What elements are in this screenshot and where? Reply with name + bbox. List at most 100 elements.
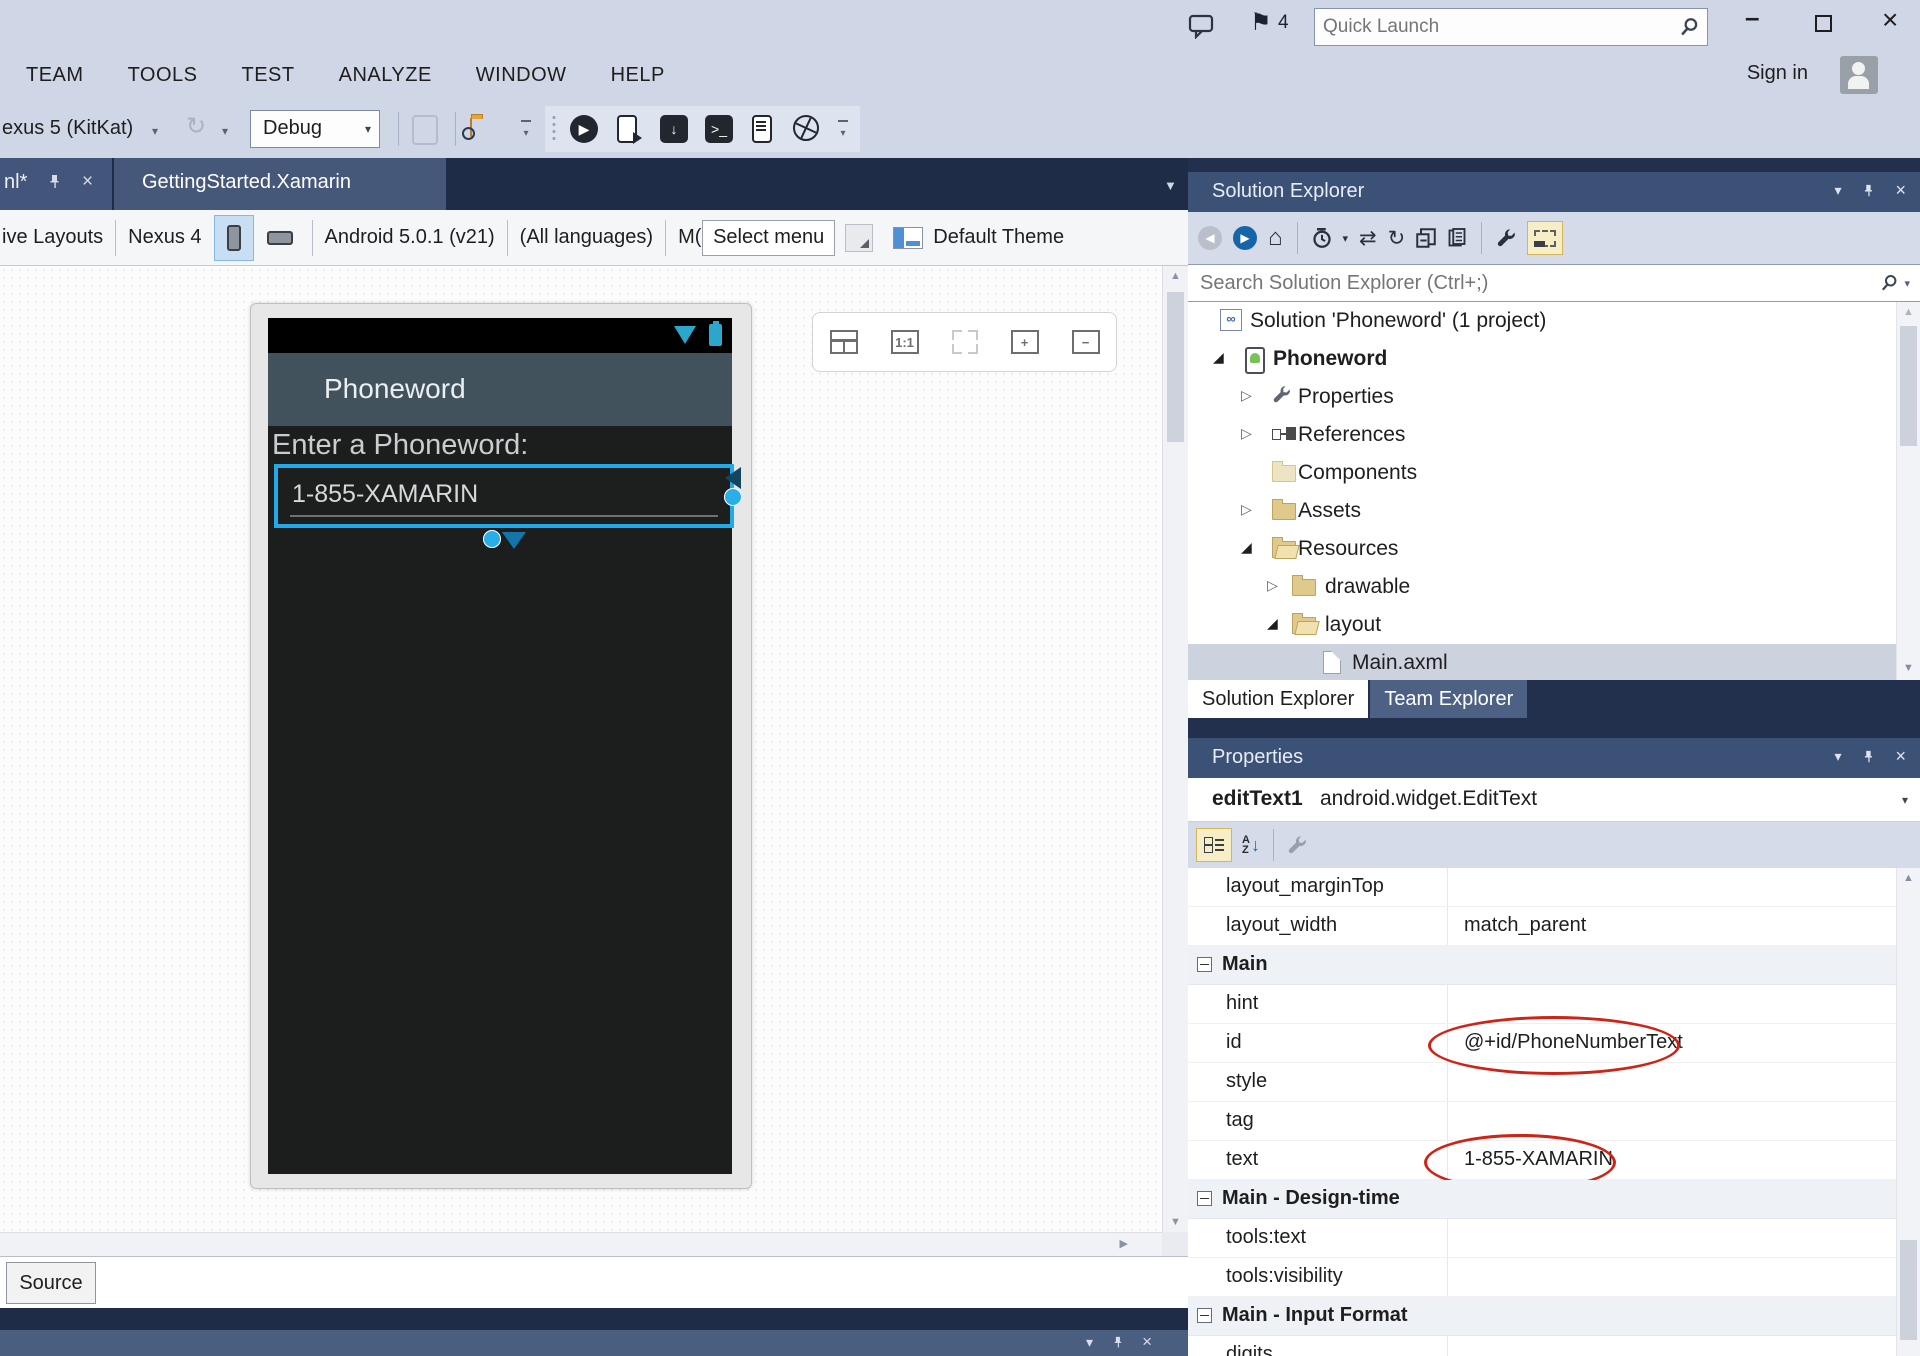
collapse-section-icon[interactable] — [1197, 1191, 1212, 1206]
pin-icon[interactable] — [1861, 750, 1875, 764]
tree-item-solution-phoneword-1-project[interactable]: ∞Solution 'Phoneword' (1 project) — [1188, 302, 1920, 340]
property-row-digits[interactable]: digits — [1188, 1336, 1920, 1356]
panel-dropdown-icon[interactable]: ▾ — [1086, 1334, 1093, 1351]
zoom-out-icon[interactable]: − — [1072, 330, 1100, 354]
run-group-overflow-icon[interactable]: ▾ — [837, 120, 849, 141]
close-tab-icon[interactable]: × — [82, 171, 93, 193]
forward-icon[interactable]: ▶ — [1233, 226, 1257, 250]
android-sdk-manager-icon[interactable]: ↓ — [660, 115, 688, 143]
filter-dropdown-icon[interactable]: ▾ — [1343, 232, 1349, 245]
emulator-manager-icon[interactable] — [793, 115, 819, 141]
device-button[interactable]: Nexus 4 — [128, 226, 201, 249]
quick-launch-box[interactable] — [1314, 8, 1708, 46]
refresh-dropdown-icon[interactable]: ▾ — [222, 124, 228, 138]
theme-button[interactable]: Default Theme — [933, 226, 1064, 249]
expand-arrow-icon[interactable]: ▷ — [1241, 425, 1252, 442]
scroll-up-icon[interactable]: ▲ — [1897, 306, 1920, 318]
maximize-button[interactable] — [1815, 15, 1832, 37]
toolbar-overflow-icon[interactable]: ▾ — [520, 120, 532, 141]
start-debugging-icon[interactable]: ▶ — [570, 115, 598, 143]
menu-team[interactable]: TEAM — [26, 64, 84, 87]
refresh-icon[interactable]: ↻ — [186, 112, 214, 140]
toolbar-drag-handle[interactable] — [551, 114, 557, 144]
expand-arrow-icon[interactable]: ▷ — [1241, 387, 1252, 404]
scrollbar-thumb[interactable] — [1900, 1240, 1917, 1340]
home-icon[interactable]: ⌂ — [1268, 224, 1283, 252]
properties-titlebar[interactable]: Properties ▾ × — [1188, 738, 1920, 778]
tab-list-dropdown-icon[interactable]: ▼ — [1164, 178, 1177, 193]
language-button[interactable]: (All languages) — [520, 226, 653, 249]
selection-anchor-bottom-icon[interactable] — [502, 532, 526, 549]
scroll-down-icon[interactable]: ▼ — [1897, 662, 1920, 674]
fit-to-window-icon[interactable] — [952, 330, 978, 354]
back-icon[interactable]: ◀ — [1198, 226, 1222, 250]
scroll-right-icon[interactable]: ▶ — [1120, 1237, 1128, 1250]
alphabetical-sort-button[interactable]: AZ↓ — [1242, 835, 1260, 856]
solution-explorer-titlebar[interactable]: Solution Explorer ▾ × — [1188, 172, 1920, 212]
portrait-orientation-button[interactable] — [214, 215, 254, 261]
menu-split-button[interactable] — [845, 224, 873, 252]
configuration-combobox[interactable]: Debug▾ — [250, 110, 380, 148]
pin-icon[interactable] — [46, 174, 62, 190]
menu-tools[interactable]: TOOLS — [128, 64, 198, 87]
collapse-section-icon[interactable] — [1197, 957, 1212, 972]
show-all-files-button-active[interactable] — [1527, 221, 1563, 255]
landscape-orientation-button[interactable] — [260, 215, 300, 261]
sign-in-link[interactable]: Sign in — [1747, 62, 1808, 85]
sync-with-active-document-icon[interactable]: ⇄ — [1359, 226, 1377, 251]
scrollbar-thumb[interactable] — [1167, 292, 1184, 442]
phone-screen[interactable]: Phoneword Enter a Phoneword: 1-855-XAMAR… — [268, 318, 732, 1174]
property-row-tools-visibility[interactable]: tools:visibility — [1188, 1258, 1920, 1297]
tree-item-main-axml[interactable]: Main.axml — [1188, 644, 1920, 680]
tree-item-properties[interactable]: ▷Properties — [1188, 378, 1920, 416]
close-panel-icon[interactable]: × — [1895, 746, 1906, 767]
alternative-layouts-button[interactable]: ive Layouts — [2, 226, 103, 249]
property-row-layout-margintop[interactable]: layout_marginTop — [1188, 868, 1920, 907]
close-panel-icon[interactable]: × — [1895, 180, 1906, 201]
search-options-dropdown-icon[interactable]: ▾ — [1904, 277, 1910, 290]
collapse-arrow-icon[interactable]: ◢ — [1241, 539, 1252, 556]
collapse-arrow-icon[interactable]: ◢ — [1267, 615, 1278, 632]
preview-selected-items-icon[interactable] — [1447, 228, 1467, 248]
property-row-id[interactable]: id@+id/PhoneNumberText — [1188, 1024, 1920, 1063]
tree-item-references[interactable]: ▷References — [1188, 416, 1920, 454]
android-version-button[interactable]: Android 5.0.1 (v21) — [325, 226, 495, 249]
feedback-icon[interactable] — [1188, 13, 1214, 39]
tree-item-components[interactable]: Components — [1188, 454, 1920, 492]
select-menu-button[interactable]: Select menu — [702, 220, 835, 256]
attach-icon[interactable] — [412, 115, 438, 145]
property-pages-wrench-icon-disabled[interactable] — [1287, 835, 1307, 855]
expand-arrow-icon[interactable]: ▷ — [1241, 501, 1252, 518]
quick-launch-input[interactable] — [1315, 16, 1679, 38]
property-row-tools-text[interactable]: tools:text — [1188, 1219, 1920, 1258]
source-view-tab[interactable]: Source — [6, 1262, 96, 1304]
resize-handle-right[interactable] — [724, 488, 742, 506]
tree-item-drawable[interactable]: ▷drawable — [1188, 568, 1920, 606]
pending-changes-filter-icon[interactable] — [1312, 228, 1332, 248]
designer-vertical-scrollbar[interactable]: ▲ ▼ — [1162, 266, 1188, 1232]
close-panel-icon[interactable]: × — [1142, 1332, 1152, 1352]
collapse-all-icon[interactable] — [1416, 228, 1436, 248]
scrollbar-thumb[interactable] — [1900, 326, 1917, 446]
search-input[interactable] — [1188, 271, 1880, 296]
device-log-icon[interactable] — [752, 115, 772, 143]
refresh-icon[interactable]: ↻ — [1388, 226, 1406, 251]
scroll-up-icon[interactable]: ▲ — [1897, 872, 1920, 884]
designer-horizontal-scrollbar[interactable]: ▶ — [0, 1232, 1162, 1256]
tree-item-resources[interactable]: ◢Resources — [1188, 530, 1920, 568]
tab-team-explorer[interactable]: Team Explorer — [1370, 680, 1527, 718]
design-canvas[interactable]: Phoneword Enter a Phoneword: 1-855-XAMAR… — [0, 266, 1162, 1232]
resize-handle-bottom[interactable] — [483, 530, 501, 548]
device-selector-dropdown-icon[interactable]: ▾ — [152, 124, 158, 138]
device-selector[interactable]: exus 5 (KitKat) — [2, 117, 133, 140]
expand-arrow-icon[interactable]: ▷ — [1267, 577, 1278, 594]
collapse-arrow-icon[interactable]: ◢ — [1213, 349, 1224, 366]
property-row-style[interactable]: style — [1188, 1063, 1920, 1102]
tree-scrollbar[interactable]: ▲ ▼ — [1896, 302, 1920, 680]
properties-wrench-icon[interactable] — [1496, 228, 1516, 248]
scroll-down-icon[interactable]: ▼ — [1163, 1216, 1188, 1228]
menu-test[interactable]: TEST — [242, 64, 295, 87]
tab-main-axml-partial[interactable]: nl* × — [0, 158, 112, 210]
split-view-icon[interactable] — [830, 330, 858, 354]
collapse-section-icon[interactable] — [1197, 1308, 1212, 1323]
